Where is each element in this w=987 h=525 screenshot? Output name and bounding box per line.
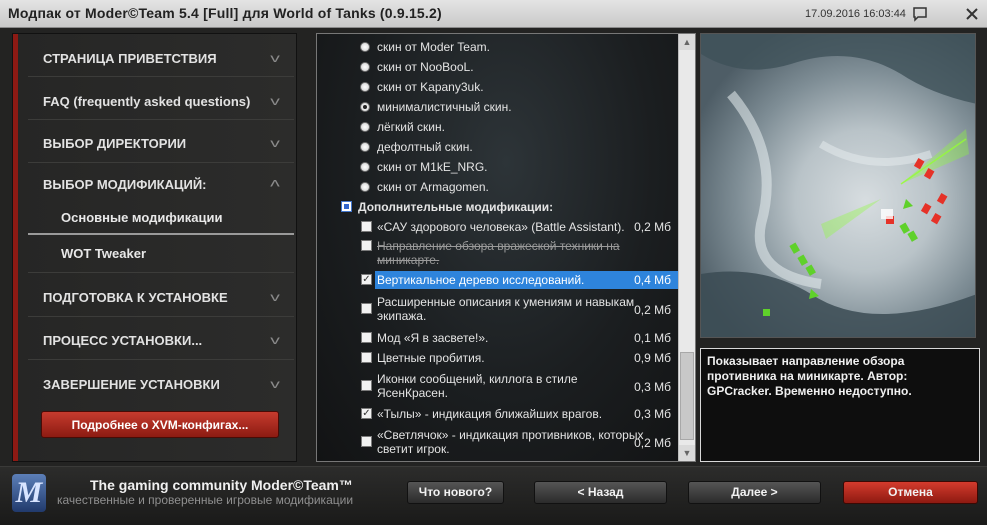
checkbox[interactable] — [361, 436, 372, 447]
checkbox[interactable] — [361, 380, 372, 391]
chevron-down-icon: v — [270, 136, 280, 150]
checkbox-disabled — [361, 240, 372, 251]
section-checkbox[interactable] — [341, 201, 352, 212]
file-size: 0,2 Мб — [634, 220, 671, 234]
radio-button[interactable] — [360, 62, 370, 72]
title-bar: Модпак от Moder©Team 5.4 [Full] для Worl… — [0, 0, 987, 28]
datetime: 17.09.2016 16:03:44 — [805, 8, 906, 20]
radio-button-selected[interactable] — [360, 102, 370, 112]
scroll-up-arrow-icon[interactable]: ▲ — [679, 34, 695, 50]
sidebar-item-label: ЗАВЕРШЕНИЕ УСТАНОВКИ — [43, 377, 220, 392]
divider — [28, 359, 294, 360]
next-button[interactable]: Далее > — [688, 481, 821, 504]
divider — [28, 76, 294, 77]
sidebar-item-label: ВЫБОР МОДИФИКАЦИЙ: — [43, 177, 207, 192]
sidebar-item-label: Основные модификации — [61, 210, 223, 225]
sidebar-item-label: ПРОЦЕСС УСТАНОВКИ... — [43, 333, 203, 348]
minimap-graphic — [701, 34, 975, 337]
sidebar-item-label: WOT Tweaker — [61, 246, 147, 261]
file-size: 0,2 Мб — [634, 436, 671, 450]
file-size: 0,3 Мб — [634, 407, 671, 421]
file-size: 0,1 Мб — [634, 331, 671, 345]
cancel-button[interactable]: Отмена — [843, 481, 978, 504]
xvm-configs-button[interactable]: Подробнее о XVM-конфигах... — [41, 411, 279, 438]
checkbox-checked[interactable]: ✓ — [361, 274, 372, 285]
chevron-up-icon: v — [270, 177, 280, 191]
radio-button[interactable] — [360, 42, 370, 52]
file-size: 0,2 Мб — [634, 303, 671, 317]
whats-new-button[interactable]: Что нового? — [407, 481, 504, 504]
chevron-down-icon: v — [270, 51, 280, 65]
checkbox[interactable] — [361, 221, 372, 232]
sidebar-item-label: СТРАНИЦА ПРИВЕТСТВИЯ — [43, 51, 217, 66]
description-box: Показывает направление обзора противника… — [700, 348, 980, 462]
divider — [28, 272, 294, 273]
chevron-down-icon: v — [270, 94, 280, 108]
close-icon[interactable] — [963, 5, 981, 23]
radio-button[interactable] — [360, 162, 370, 172]
brand-name: The gaming community Moder©Team™ — [90, 477, 353, 493]
chevron-down-icon: v — [270, 333, 280, 347]
sidebar-item-label: ПОДГОТОВКА К УСТАНОВКЕ — [43, 290, 228, 305]
divider — [28, 162, 294, 163]
divider — [28, 119, 294, 120]
checkbox[interactable] — [361, 332, 372, 343]
divider — [28, 316, 294, 317]
file-size: 0,4 Мб — [634, 273, 671, 287]
sidebar-accent — [13, 34, 18, 461]
sidebar-item-label: ВЫБОР ДИРЕКТОРИИ — [43, 136, 187, 151]
checkbox[interactable] — [361, 352, 372, 363]
file-size: 0,9 Мб — [634, 351, 671, 365]
description-text: Показывает направление обзора противника… — [707, 354, 912, 398]
active-divider — [28, 233, 294, 235]
chevron-down-icon: v — [270, 290, 280, 304]
checkbox-checked[interactable]: ✓ — [361, 408, 372, 419]
moderteam-logo-icon: M — [12, 474, 46, 512]
sidebar-item-label: FAQ (frequently asked questions) — [43, 94, 251, 109]
checkbox[interactable] — [361, 303, 372, 314]
radio-button[interactable] — [360, 122, 370, 132]
radio-button[interactable] — [360, 142, 370, 152]
scroll-thumb[interactable] — [680, 352, 694, 440]
speech-bubble-icon[interactable] — [911, 5, 929, 23]
radio-button[interactable] — [360, 82, 370, 92]
chevron-down-icon: v — [270, 377, 280, 391]
scrollbar[interactable]: ▲ ▼ — [678, 34, 695, 461]
mods-list: скин от Moder Team. скин от NooBooL. ски… — [316, 33, 696, 462]
brand-tagline: качественные и проверенные игровые модиф… — [57, 493, 354, 507]
radio-button[interactable] — [360, 182, 370, 192]
minimap-preview — [700, 33, 976, 338]
file-size: 0,3 Мб — [634, 380, 671, 394]
back-button[interactable]: < Назад — [534, 481, 667, 504]
window-title: Модпак от Moder©Team 5.4 [Full] для Worl… — [8, 5, 442, 21]
scroll-down-arrow-icon[interactable]: ▼ — [679, 445, 695, 461]
